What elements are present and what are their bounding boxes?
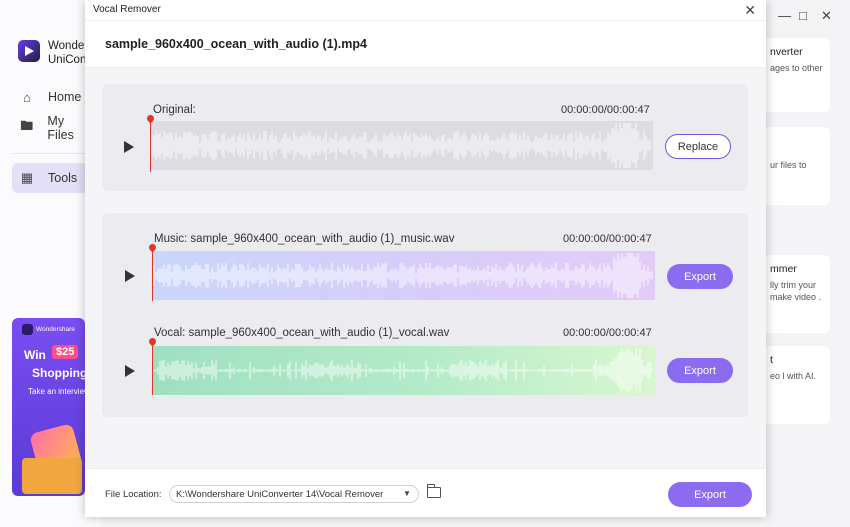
promo-brand: Wondershare (36, 326, 75, 333)
sidebar-divider (12, 153, 92, 154)
vocal-label: Vocal: sample_960x400_ocean_with_audio (… (154, 327, 450, 339)
tool-card-title: mmer (770, 263, 797, 275)
music-waveform[interactable] (152, 251, 655, 300)
promo-win: Win (24, 348, 46, 362)
folder-open-icon[interactable] (427, 484, 441, 498)
play-icon[interactable] (125, 365, 135, 377)
vocal-remover-dialog: Vocal Remover ✕ sample_960x400_ocean_wit… (85, 0, 766, 517)
play-icon[interactable] (125, 270, 135, 282)
vocal-time: 00:00:00/00:00:47 (563, 327, 652, 339)
tool-card-text: lly trim your make video . (770, 280, 822, 302)
sidebar-item-my-files[interactable]: 🖿 My Files (12, 113, 92, 143)
playhead[interactable] (152, 340, 153, 395)
promo-amount: $25 (52, 345, 79, 359)
separated-tracks-panel: Music: sample_960x400_ocean_with_audio (… (102, 213, 748, 417)
tool-card-compressor[interactable]: ur files to (758, 127, 830, 205)
dialog-content: Original: 00:00:00/00:00:47 Replace Musi… (85, 68, 766, 468)
gift-box-icon (22, 458, 82, 494)
dialog-footer: File Location: K:\Wondershare UniConvert… (85, 468, 766, 517)
tool-card-ai[interactable]: t eo l with AI. (758, 346, 830, 424)
file-location-label: File Location: (105, 489, 162, 500)
folder-icon: 🖿 (20, 118, 34, 133)
chevron-down-icon[interactable]: ▼ (403, 489, 411, 498)
dialog-header: sample_960x400_ocean_with_audio (1).mp4 (85, 20, 766, 68)
sidebar-item-tools[interactable]: ▦ Tools (12, 163, 92, 193)
sidebar-item-home[interactable]: ⌂ Home (12, 82, 92, 112)
music-label: Music: sample_960x400_ocean_with_audio (… (154, 233, 455, 245)
tool-card-title: t (770, 354, 773, 366)
sidebar-item-label: Home (48, 90, 82, 104)
app-name: Wondershare UniConverter (48, 39, 88, 67)
original-time: 00:00:00/00:00:47 (561, 104, 650, 116)
export-vocal-button[interactable]: Export (667, 358, 733, 383)
tool-card-text: ages to other (770, 63, 823, 73)
original-label: Original: (153, 104, 196, 116)
music-time: 00:00:00/00:00:47 (563, 233, 652, 245)
tool-card-text: ur files to (770, 160, 807, 170)
tool-card-text: eo l with AI. (770, 371, 817, 381)
tool-card-title: nverter (770, 46, 803, 58)
original-panel: Original: 00:00:00/00:00:47 Replace (102, 84, 748, 191)
export-button[interactable]: Export (668, 482, 752, 507)
close-icon[interactable]: ✕ (744, 2, 756, 19)
playhead[interactable] (152, 246, 153, 301)
playhead[interactable] (150, 117, 151, 172)
dialog-title: Vocal Remover (93, 4, 161, 15)
file-name: sample_960x400_ocean_with_audio (1).mp4 (105, 37, 367, 51)
tool-card-trimmer[interactable]: mmer lly trim your make video . (758, 255, 830, 333)
promo-banner[interactable]: Wondershare Win $25 Shopping Take an int… (12, 318, 85, 496)
file-location-select[interactable]: K:\Wondershare UniConverter 14\Vocal Rem… (169, 485, 419, 503)
replace-button[interactable]: Replace (665, 134, 731, 159)
play-icon[interactable] (124, 141, 134, 153)
close-app-icon[interactable]: ✕ (821, 8, 832, 24)
app-name-line1: Wondershare (48, 40, 88, 52)
app-name-line2: UniConverter (48, 54, 88, 66)
vocal-waveform[interactable] (152, 346, 655, 395)
export-music-button[interactable]: Export (667, 264, 733, 289)
sidebar-item-label: Tools (48, 171, 78, 185)
tool-card-converter[interactable]: nverter ages to other (758, 38, 830, 112)
brand-logo-icon (22, 324, 33, 335)
promo-shopping: Shopping (32, 366, 85, 380)
tools-icon: ▦ (20, 170, 34, 185)
original-waveform[interactable] (150, 121, 653, 170)
app-logo-icon (18, 40, 40, 62)
promo-take: Take an interview (28, 387, 85, 396)
home-icon: ⌂ (23, 89, 31, 105)
minimize-icon[interactable]: — (778, 8, 791, 23)
dialog-titlebar: Vocal Remover ✕ (85, 0, 766, 20)
maximize-icon[interactable]: □ (799, 8, 807, 23)
